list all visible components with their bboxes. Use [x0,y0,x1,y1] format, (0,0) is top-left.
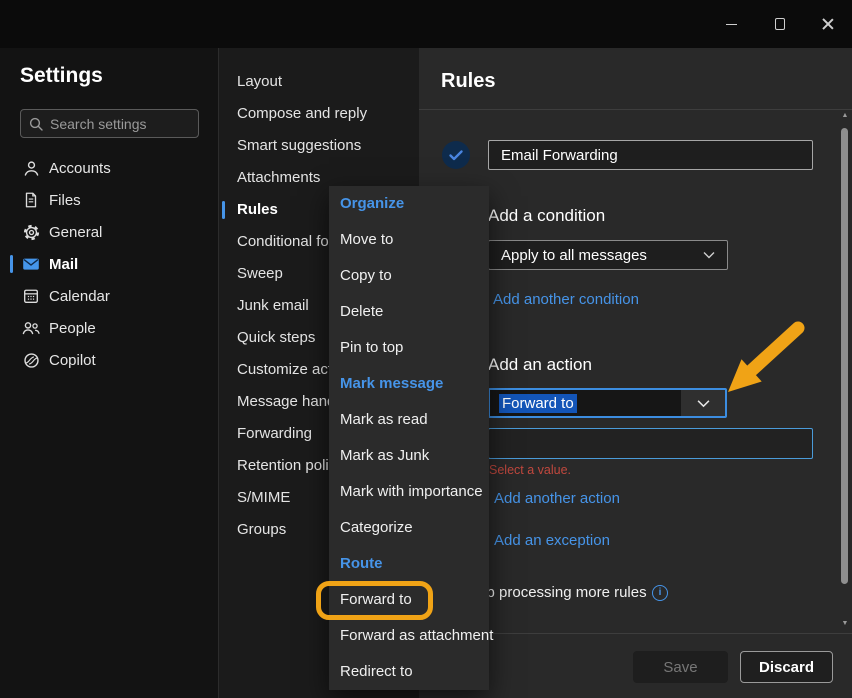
save-button[interactable]: Save [633,651,728,683]
menu-item-move-to[interactable]: Move to [329,222,489,258]
menu-item-copy-to[interactable]: Copy to [329,258,489,294]
menu-item-forward-to[interactable]: Forward to [329,582,489,618]
menu-item-categorize[interactable]: Categorize [329,510,489,546]
menu-header-route: Route [329,546,489,582]
action-select[interactable]: Forward to [488,388,727,418]
sidebar-item-label: Copilot [49,352,96,369]
nav-item-layout[interactable]: Layout [219,66,420,98]
menu-item-redirect-to[interactable]: Redirect to [329,654,489,690]
chevron-down-icon [697,399,710,408]
sidebar-item-mail[interactable]: Mail [0,248,218,280]
menu-item-delete[interactable]: Delete [329,294,489,330]
minimize-button[interactable] [721,14,741,34]
checkmark-icon [449,150,463,161]
menu-header-organize: Organize [329,186,489,222]
menu-item-forward-as-attachment[interactable]: Forward as attachment [329,618,489,654]
scrollbar-thumb[interactable] [841,128,848,584]
people-icon [21,318,41,338]
menu-item-pin-to-top[interactable]: Pin to top [329,330,489,366]
rule-enabled-toggle[interactable] [442,141,470,169]
nav-item-compose-and-reply[interactable]: Compose and reply [219,98,420,130]
action-value-input[interactable] [488,428,813,459]
scroll-up-arrow[interactable]: ▲ [840,112,850,120]
settings-sidebar: Settings Accounts Files General Mail [0,48,218,698]
nav-item-label: Rules [237,201,278,218]
add-condition-link[interactable]: Add another condition [493,291,639,308]
sidebar-item-files[interactable]: Files [0,184,218,216]
close-button[interactable] [818,14,838,34]
rules-panel-header: Rules [419,48,852,110]
search-icon [29,117,43,131]
sidebar-item-label: Files [49,192,81,209]
nav-item-smart-suggestions[interactable]: Smart suggestions [219,130,420,162]
sidebar-item-label: General [49,224,102,241]
close-icon [822,18,834,30]
rule-name-input[interactable] [488,140,813,170]
info-icon[interactable]: i [652,585,668,601]
calendar-icon [21,286,41,306]
scrollbar[interactable]: ▲ ▼ [840,112,850,632]
action-heading: Add an action [488,355,592,375]
sidebar-item-label: Accounts [49,160,111,177]
chevron-down-icon [703,246,715,264]
condition-heading: Add a condition [488,206,605,226]
search-box[interactable] [20,109,199,138]
action-selected-value: Forward to [499,394,577,413]
condition-selected-value: Apply to all messages [501,247,703,264]
sidebar-item-label: Mail [49,256,78,273]
sidebar-nav: Accounts Files General Mail Calendar [0,152,218,376]
sidebar-item-general[interactable]: General [0,216,218,248]
sidebar-item-label: Calendar [49,288,110,305]
discard-button[interactable]: Discard [740,651,833,683]
person-icon [21,158,41,178]
gear-icon [21,222,41,242]
action-select-chevron[interactable] [681,390,725,416]
settings-title: Settings [20,64,103,88]
condition-select[interactable]: Apply to all messages [488,240,728,270]
file-icon [21,190,41,210]
minimize-icon [726,24,737,25]
sidebar-item-label: People [49,320,96,337]
page-title: Rules [441,70,495,93]
mail-icon [21,254,41,274]
maximize-icon [775,18,785,30]
menu-header-mark-message: Mark message [329,366,489,402]
stop-processing-label: Stop processing more rules [464,584,647,601]
action-dropdown-menu: Organize Move to Copy to Delete Pin to t… [329,186,489,690]
sidebar-item-people[interactable]: People [0,312,218,344]
maximize-button[interactable] [770,14,790,34]
add-exception-link[interactable]: Add an exception [494,532,610,549]
menu-item-mark-with-importance[interactable]: Mark with importance [329,474,489,510]
sidebar-item-calendar[interactable]: Calendar [0,280,218,312]
add-action-link[interactable]: Add another action [494,490,620,507]
selected-indicator [222,201,225,219]
copilot-icon [21,350,41,370]
menu-item-mark-as-junk[interactable]: Mark as Junk [329,438,489,474]
settings-window: Settings Accounts Files General Mail [0,0,852,698]
validation-error: Select a value. [489,463,571,477]
menu-item-mark-as-read[interactable]: Mark as read [329,402,489,438]
sidebar-item-copilot[interactable]: Copilot [0,344,218,376]
scroll-down-arrow[interactable]: ▼ [840,620,850,628]
search-input[interactable] [50,116,190,132]
sidebar-item-accounts[interactable]: Accounts [0,152,218,184]
title-bar [0,0,852,48]
selected-indicator [10,255,13,273]
